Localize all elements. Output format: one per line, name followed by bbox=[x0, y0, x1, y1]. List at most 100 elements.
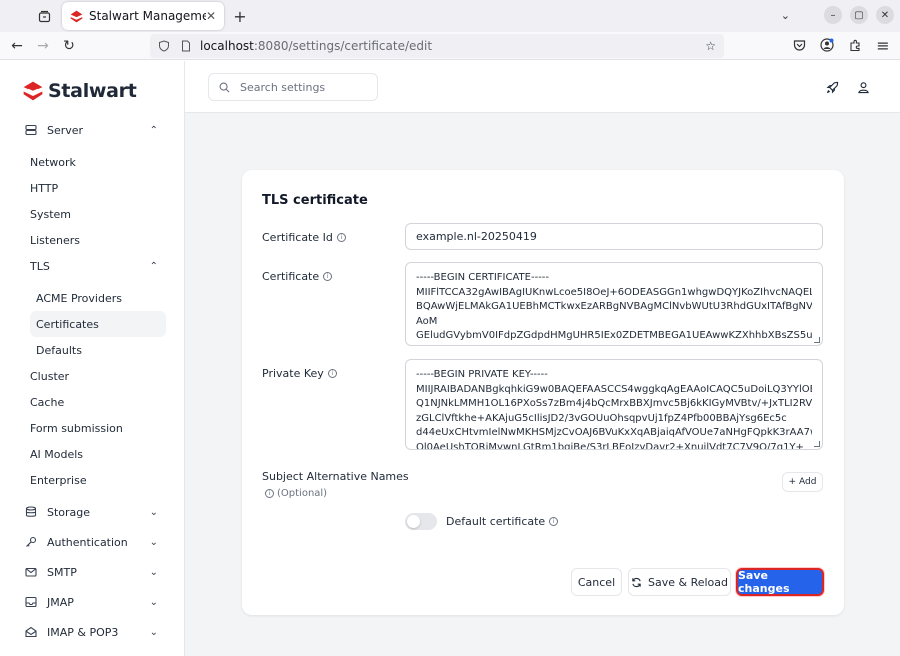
certificate-id-input[interactable]: example.nl-20250419 bbox=[405, 223, 823, 250]
browser-tabbar: Stalwart Management ✕ + ⌄ – ▢ ✕ bbox=[0, 0, 900, 32]
toggle-knob bbox=[407, 515, 420, 528]
certificate-line: MIIFlTCCA32gAwIBAgIUKnwLcoe5I8OeJ+6ODEAS… bbox=[416, 286, 812, 298]
info-icon[interactable]: i bbox=[327, 369, 337, 378]
sidebar: Stalwart Server ⌃ Network HTTP System Li… bbox=[0, 61, 185, 656]
sidebar-item-listeners[interactable]: Listeners bbox=[0, 227, 184, 253]
certificate-label-row: Certificate i bbox=[262, 270, 333, 283]
sidebar-item-label: Network bbox=[30, 155, 76, 169]
certificate-line: BQAwWjELMAkGA1UEBhMCTkwxEzARBgNVBAgMClNv… bbox=[416, 301, 812, 313]
chevron-down-icon: ⌄ bbox=[149, 566, 158, 578]
private-key-textarea[interactable]: -----BEGIN PRIVATE KEY----- MIIJRAIBADAN… bbox=[405, 359, 823, 450]
rocket-icon[interactable] bbox=[826, 79, 839, 98]
certificate-label: Certificate bbox=[262, 270, 320, 283]
sidebar-group-label: Storage bbox=[47, 505, 91, 519]
sidebar-item-label: TLS bbox=[30, 259, 50, 273]
sidebar-item-enterprise[interactable]: Enterprise bbox=[0, 467, 184, 493]
close-tab-icon[interactable]: ✕ bbox=[206, 9, 216, 23]
save-changes-button[interactable]: Save changes bbox=[736, 568, 824, 596]
mail-icon bbox=[24, 565, 38, 579]
new-tab-icon[interactable]: + bbox=[230, 6, 250, 26]
back-icon[interactable]: ← bbox=[4, 33, 30, 59]
sidebar-group-label: IMAP & POP3 bbox=[47, 625, 119, 639]
maximize-icon[interactable]: ▢ bbox=[850, 6, 868, 24]
menu-icon[interactable]: ≡ bbox=[874, 36, 892, 55]
url-host: localhost bbox=[200, 39, 254, 53]
brand-name: Stalwart bbox=[48, 80, 137, 102]
sidebar-item-label: Listeners bbox=[30, 233, 80, 247]
sidebar-item-defaults[interactable]: Defaults bbox=[0, 337, 184, 363]
browser-tab[interactable]: Stalwart Management ✕ bbox=[62, 2, 224, 30]
stalwart-favicon-icon bbox=[70, 10, 83, 22]
bookmark-star-icon[interactable]: ☆ bbox=[705, 39, 716, 53]
account-icon[interactable] bbox=[818, 36, 836, 54]
chevron-up-icon: ⌃ bbox=[149, 124, 158, 136]
key-icon bbox=[24, 535, 38, 549]
sidebar-group-authentication[interactable]: Authentication ⌄ bbox=[0, 527, 184, 557]
top-bar: Search settings bbox=[185, 61, 900, 113]
certificate-id-label-row: Certificate Id i bbox=[262, 231, 346, 244]
info-icon[interactable]: i bbox=[265, 489, 274, 498]
sidebar-item-label: Cluster bbox=[30, 369, 70, 383]
sidebar-item-label: System bbox=[30, 207, 72, 221]
info-icon[interactable]: i bbox=[323, 272, 333, 281]
sidebar-item-form-submission[interactable]: Form submission bbox=[0, 415, 184, 441]
search-icon bbox=[219, 82, 230, 92]
chevron-up-icon: ⌃ bbox=[149, 260, 158, 272]
sidebar-item-tls[interactable]: TLS ⌃ bbox=[0, 253, 184, 279]
sidebar-item-system[interactable]: System bbox=[0, 201, 184, 227]
tab-overview-icon[interactable] bbox=[30, 2, 58, 30]
search-input[interactable]: Search settings bbox=[208, 73, 378, 101]
info-icon[interactable]: i bbox=[549, 517, 559, 526]
sidebar-item-cache[interactable]: Cache bbox=[0, 389, 184, 415]
private-key-line: d44eUxCHtvmIelNwMKHSMjzCvOAJ6BVuKxXqABja… bbox=[416, 427, 812, 439]
sidebar-group-label: Server bbox=[47, 123, 84, 137]
chevron-down-icon: ⌄ bbox=[149, 626, 158, 638]
private-key-line: -----BEGIN PRIVATE KEY----- bbox=[416, 369, 548, 380]
default-certificate-toggle[interactable] bbox=[405, 513, 437, 530]
certificate-line: GEludGVybmV0IFdpZGdpdHMgUHR5IEx0ZDETMBEG… bbox=[416, 330, 812, 342]
minimize-icon[interactable]: – bbox=[824, 6, 842, 24]
forward-icon[interactable]: → bbox=[30, 33, 56, 59]
sidebar-group-server[interactable]: Server ⌃ bbox=[0, 117, 184, 143]
save-reload-button[interactable]: Save & Reload bbox=[628, 568, 731, 596]
stalwart-logo-icon bbox=[23, 81, 43, 101]
close-window-icon[interactable]: ✕ bbox=[876, 6, 894, 24]
pocket-icon[interactable] bbox=[790, 36, 808, 54]
certificate-line: AoM bbox=[416, 315, 438, 327]
sidebar-item-certificates[interactable]: Certificates bbox=[30, 311, 166, 337]
default-certificate-label-row: Default certificate i bbox=[446, 515, 559, 528]
stalwart-logo[interactable]: Stalwart bbox=[22, 80, 137, 102]
shield-icon bbox=[159, 40, 169, 52]
reload-icon[interactable]: ↻ bbox=[56, 33, 82, 59]
resize-handle[interactable] bbox=[814, 337, 820, 343]
mail-open-icon bbox=[24, 625, 38, 639]
sidebar-item-cluster[interactable]: Cluster bbox=[0, 363, 184, 389]
private-key-label: Private Key bbox=[262, 367, 324, 380]
sidebar-group-label: JMAP bbox=[47, 595, 74, 609]
sidebar-item-label: Enterprise bbox=[30, 473, 87, 487]
sidebar-group-jmap[interactable]: JMAP ⌄ bbox=[0, 587, 184, 617]
url-bar[interactable]: localhost:8080/settings/certificate/edit… bbox=[150, 34, 724, 58]
info-icon[interactable]: i bbox=[336, 233, 346, 242]
sidebar-item-label: Cache bbox=[30, 395, 65, 409]
sidebar-item-ai-models[interactable]: AI Models bbox=[0, 441, 184, 467]
sidebar-group-smtp[interactable]: SMTP ⌄ bbox=[0, 557, 184, 587]
tab-list-chevron-icon[interactable]: ⌄ bbox=[781, 9, 790, 22]
resize-handle[interactable] bbox=[814, 441, 820, 447]
cancel-button[interactable]: Cancel bbox=[571, 568, 622, 596]
sidebar-group-imap-pop3[interactable]: IMAP & POP3 ⌄ bbox=[0, 617, 184, 647]
default-certificate-label: Default certificate bbox=[446, 515, 546, 528]
sidebar-item-network[interactable]: Network bbox=[0, 149, 184, 175]
sidebar-group-storage[interactable]: Storage ⌄ bbox=[0, 497, 184, 527]
add-san-button[interactable]: + Add bbox=[782, 472, 823, 492]
certificate-textarea[interactable]: -----BEGIN CERTIFICATE----- MIIFlTCCA32g… bbox=[405, 262, 823, 346]
sidebar-item-acme-providers[interactable]: ACME Providers bbox=[0, 285, 184, 311]
save-changes-label: Save changes bbox=[738, 569, 790, 595]
extensions-icon[interactable] bbox=[846, 36, 864, 54]
sidebar-item-label: ACME Providers bbox=[36, 291, 122, 305]
add-label: Add bbox=[799, 477, 817, 487]
private-key-line: Q1NJNkLMMH1OL16PXoSs7zBm4j4bQcMrxBBXJmvc… bbox=[416, 398, 812, 410]
database-icon bbox=[24, 505, 38, 519]
user-icon[interactable] bbox=[857, 79, 870, 98]
sidebar-item-http[interactable]: HTTP bbox=[0, 175, 184, 201]
